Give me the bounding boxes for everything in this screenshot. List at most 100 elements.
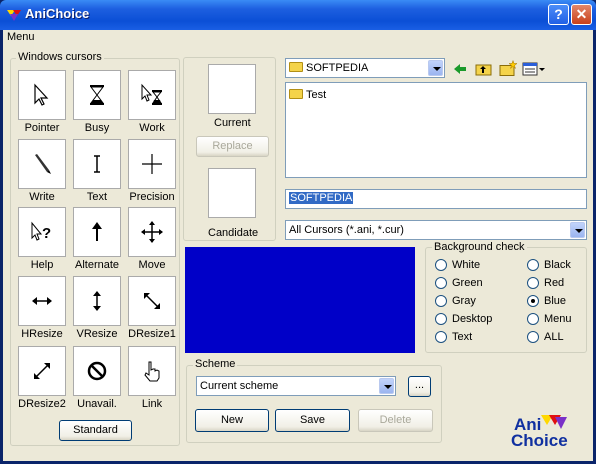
current-preview: [208, 64, 256, 114]
cursor-preview-box[interactable]: [18, 70, 66, 120]
view-menu-icon[interactable]: [522, 62, 546, 76]
radio-menu[interactable]: Menu: [527, 313, 572, 326]
cursor-slot-work[interactable]: Work: [126, 70, 178, 134]
cursor-preview-box[interactable]: [73, 207, 121, 257]
radio-indicator[interactable]: [435, 313, 447, 326]
radio-indicator[interactable]: [527, 295, 539, 308]
radio-indicator[interactable]: [435, 259, 447, 272]
cursor-preview-box[interactable]: [18, 139, 66, 189]
cursor-slot-alternate[interactable]: Alternate: [71, 207, 123, 271]
radio-green[interactable]: Green: [435, 277, 483, 290]
radio-indicator[interactable]: [435, 331, 447, 344]
replace-button[interactable]: Replace: [196, 136, 269, 157]
cursor-preview-box[interactable]: [18, 346, 66, 396]
cursor-slot-precision[interactable]: Precision: [126, 139, 178, 203]
windows-cursors-label: Windows cursors: [16, 51, 104, 63]
cursor-preview-box[interactable]: ?: [18, 207, 66, 257]
cursor-label: Pointer: [24, 122, 60, 134]
radio-indicator[interactable]: [435, 295, 447, 308]
menu-item-menu[interactable]: Menu: [7, 31, 35, 43]
cursor-preview-box[interactable]: [73, 276, 121, 326]
radio-desktop[interactable]: Desktop: [435, 313, 492, 326]
radio-red[interactable]: Red: [527, 277, 565, 290]
radio-indicator[interactable]: [527, 259, 539, 272]
new-scheme-button[interactable]: New: [195, 409, 269, 432]
cursor-slot-link[interactable]: Link: [126, 346, 178, 410]
candidate-preview: [208, 168, 256, 218]
background-check-label: Background check: [432, 241, 527, 253]
cursor-preview-box[interactable]: [128, 346, 176, 396]
cursor-slot-write[interactable]: Write: [16, 139, 68, 203]
chevron-down-icon[interactable]: [379, 378, 394, 394]
up-folder-icon[interactable]: [475, 61, 493, 77]
cursor-slot-vresize[interactable]: VResize: [71, 276, 123, 340]
radio-label: Red: [544, 277, 565, 290]
radio-indicator[interactable]: [527, 331, 539, 344]
back-icon[interactable]: [452, 61, 468, 77]
scheme-combo[interactable]: Current scheme: [196, 376, 396, 396]
cursor-label: Unavail.: [77, 398, 117, 410]
close-button[interactable]: ✕: [571, 4, 592, 25]
scheme-browse-button[interactable]: ...: [408, 376, 431, 397]
up-arrow-icon: [92, 222, 102, 241]
file-type-combo[interactable]: All Cursors (*.ani, *.cur): [285, 220, 587, 240]
cursor-preview-box[interactable]: [128, 207, 176, 257]
cursor-label: Help: [30, 259, 54, 271]
cursor-slot-hresize[interactable]: HResize: [16, 276, 68, 340]
chevron-down-icon[interactable]: [428, 60, 443, 76]
radio-indicator[interactable]: [527, 313, 539, 326]
cursor-preview-box[interactable]: [18, 276, 66, 326]
file-list[interactable]: Test: [285, 82, 587, 178]
pointer-icon: [34, 83, 49, 106]
radio-indicator[interactable]: [435, 277, 447, 290]
scheme-value: Current scheme: [200, 380, 279, 392]
folder-icon: [289, 89, 303, 100]
list-item[interactable]: Test: [289, 89, 326, 101]
cursor-preview-box[interactable]: [128, 139, 176, 189]
new-folder-icon[interactable]: [499, 60, 517, 77]
horizontal-resize-icon: [32, 297, 52, 305]
radio-blue[interactable]: Blue: [527, 295, 566, 308]
cursor-slot-move[interactable]: Move: [126, 207, 178, 271]
radio-gray[interactable]: Gray: [435, 295, 476, 308]
radio-white[interactable]: White: [435, 259, 480, 272]
radio-all[interactable]: ALL: [527, 331, 564, 344]
chevron-down-icon[interactable]: [570, 222, 585, 238]
cursor-slot-unavail[interactable]: Unavail.: [71, 346, 123, 410]
cursor-preview-box[interactable]: [128, 276, 176, 326]
diagonal-resize-2-icon: [34, 363, 50, 379]
save-scheme-button[interactable]: Save: [275, 409, 350, 432]
folder-combo[interactable]: SOFTPEDIA: [285, 58, 445, 78]
cursor-preview-box[interactable]: [73, 70, 121, 120]
cursor-slot-busy[interactable]: Busy: [71, 70, 123, 134]
cursor-label: Move: [138, 259, 166, 271]
title-bar[interactable]: AniChoice ? ✕: [0, 0, 596, 30]
cursor-preview-box[interactable]: [128, 70, 176, 120]
cursor-label: Text: [86, 191, 108, 203]
cursor-slot-help[interactable]: ? Help: [16, 207, 68, 271]
filename-field[interactable]: SOFTPEDIA: [285, 189, 587, 209]
cursor-preview-box[interactable]: [73, 139, 121, 189]
cursor-slot-dresize1[interactable]: DResize1: [126, 276, 178, 340]
cursor-preview-box[interactable]: [73, 346, 121, 396]
cursor-slot-pointer[interactable]: Pointer: [16, 70, 68, 134]
radio-text[interactable]: Text: [435, 331, 472, 344]
crosshair-icon: [142, 154, 162, 174]
client-area: Menu Windows cursors Pointer Busy Work Writ…: [3, 30, 593, 461]
candidate-label: Candidate: [208, 227, 259, 239]
filename-value: SOFTPEDIA: [289, 192, 354, 204]
cursor-label: HResize: [21, 328, 63, 340]
cursor-slot-dresize2[interactable]: DResize2: [16, 346, 68, 410]
pointer-hourglass-icon: [141, 83, 163, 105]
cursor-slot-text[interactable]: Text: [71, 139, 123, 203]
standard-button[interactable]: Standard: [59, 420, 132, 441]
radio-black[interactable]: Black: [527, 259, 571, 272]
radio-indicator[interactable]: [527, 277, 539, 290]
app-icon: [7, 10, 21, 21]
help-button[interactable]: ?: [548, 4, 569, 25]
current-label: Current: [214, 117, 251, 129]
delete-scheme-button[interactable]: Delete: [358, 409, 433, 432]
unavailable-icon: [87, 361, 107, 381]
logo-text-line2: Choice: [511, 431, 568, 450]
radio-label: ALL: [544, 331, 564, 344]
